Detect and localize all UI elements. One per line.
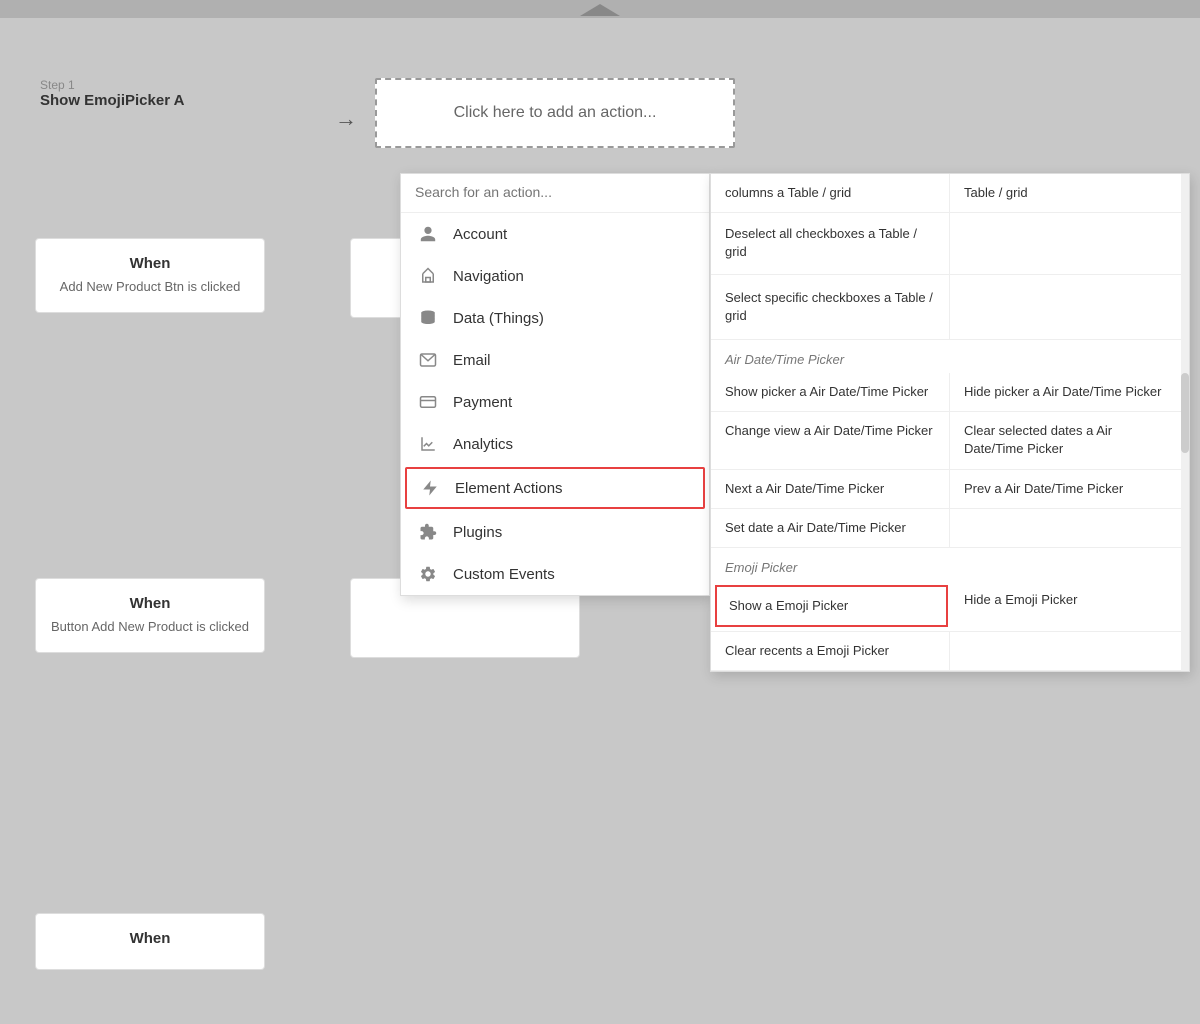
dropdown-panel: Account Navigation Data (Things) Email <box>400 173 710 596</box>
action-table-grid[interactable]: Table / grid <box>950 174 1189 212</box>
database-icon <box>417 307 439 329</box>
table-actions-section-3: Select specific checkboxes a Table / gri… <box>711 275 1189 340</box>
action-hide-picker[interactable]: Hide picker a Air Date/Time Picker <box>950 373 1189 411</box>
action-show-emoji[interactable]: Show a Emoji Picker <box>715 585 948 627</box>
action-columns-table[interactable]: columns a Table / grid <box>711 174 950 212</box>
menu-item-account[interactable]: Account <box>401 213 709 255</box>
plugins-icon <box>417 521 439 543</box>
menu-item-navigation[interactable]: Navigation <box>401 255 709 297</box>
action-change-view[interactable]: Change view a Air Date/Time Picker <box>711 412 950 468</box>
menu-item-payment-label: Payment <box>453 394 512 411</box>
canvas: Step 1 Show EmojiPicker A → Click here t… <box>0 18 1200 1024</box>
emoji-picker-header: Emoji Picker <box>711 548 1189 581</box>
top-bar <box>0 0 1200 18</box>
email-icon <box>417 349 439 371</box>
air-datetime-section-2: Change view a Air Date/Time Picker Clear… <box>711 412 1189 469</box>
actions-content: columns a Table / grid Table / grid Dese… <box>711 174 1189 671</box>
menu-item-data-label: Data (Things) <box>453 310 544 327</box>
menu-item-element-actions[interactable]: Element Actions <box>405 467 705 509</box>
action-prev-picker-label: Prev a Air Date/Time Picker <box>964 481 1123 496</box>
table-actions-section-1: columns a Table / grid Table / grid <box>711 174 1189 213</box>
person-icon <box>417 223 439 245</box>
payment-icon <box>417 391 439 413</box>
scrollbar-track[interactable] <box>1181 174 1189 671</box>
search-input[interactable] <box>415 184 695 200</box>
action-deselect-label: Deselect all checkboxes a Table / grid <box>725 226 917 259</box>
action-hide-picker-label: Hide picker a Air Date/Time Picker <box>964 384 1161 399</box>
step-name: Show EmojiPicker A <box>40 92 185 109</box>
menu-item-email[interactable]: Email <box>401 339 709 381</box>
menu-item-plugins-label: Plugins <box>453 524 502 541</box>
menu-item-navigation-label: Navigation <box>453 268 524 285</box>
action-next-picker-label: Next a Air Date/Time Picker <box>725 481 884 496</box>
action-empty-right-3 <box>950 509 1189 547</box>
action-set-date[interactable]: Set date a Air Date/Time Picker <box>711 509 950 547</box>
top-bar-handle <box>580 4 620 16</box>
emoji-section-1: Show a Emoji Picker Hide a Emoji Picker <box>711 581 1189 632</box>
action-empty-right <box>950 213 1189 273</box>
action-table-grid-label: Table / grid <box>964 185 1028 200</box>
air-datetime-header: Air Date/Time Picker <box>711 340 1189 373</box>
menu-item-custom-events[interactable]: Custom Events <box>401 553 709 595</box>
step-number: Step 1 <box>40 78 185 92</box>
menu-item-email-label: Email <box>453 352 491 369</box>
when-desc-2: Button Add New Product is clicked <box>50 618 250 636</box>
emoji-section-2: Clear recents a Emoji Picker <box>711 632 1189 671</box>
menu-item-element-label: Element Actions <box>455 480 563 497</box>
menu-item-plugins[interactable]: Plugins <box>401 511 709 553</box>
action-clear-recents[interactable]: Clear recents a Emoji Picker <box>711 632 950 670</box>
menu-item-payment[interactable]: Payment <box>401 381 709 423</box>
air-datetime-section-4: Set date a Air Date/Time Picker <box>711 509 1189 548</box>
air-datetime-section-1: Show picker a Air Date/Time Picker Hide … <box>711 373 1189 412</box>
action-empty-right-4 <box>950 632 1189 670</box>
action-select-specific[interactable]: Select specific checkboxes a Table / gri… <box>711 275 950 339</box>
action-hide-emoji-label: Hide a Emoji Picker <box>964 592 1077 607</box>
menu-item-analytics[interactable]: Analytics <box>401 423 709 465</box>
navigation-icon <box>417 265 439 287</box>
action-show-picker-label: Show picker a Air Date/Time Picker <box>725 384 928 399</box>
when-title-2: When <box>50 595 250 612</box>
arrow-icon: → <box>335 106 357 132</box>
action-change-view-label: Change view a Air Date/Time Picker <box>725 423 933 438</box>
search-box[interactable] <box>401 174 709 213</box>
action-show-picker[interactable]: Show picker a Air Date/Time Picker <box>711 373 950 411</box>
when-box-3: When <box>35 913 265 970</box>
air-datetime-section-3: Next a Air Date/Time Picker Prev a Air D… <box>711 470 1189 509</box>
action-clear-dates-label: Clear selected dates a Air Date/Time Pic… <box>964 423 1112 456</box>
when-box-1: When Add New Product Btn is clicked <box>35 238 265 313</box>
menu-list: Account Navigation Data (Things) Email <box>401 213 709 595</box>
action-clear-recents-label: Clear recents a Emoji Picker <box>725 643 889 658</box>
action-clear-dates[interactable]: Clear selected dates a Air Date/Time Pic… <box>950 412 1189 468</box>
menu-item-analytics-label: Analytics <box>453 436 513 453</box>
when-title-3: When <box>50 930 250 947</box>
table-actions-section-2: Deselect all checkboxes a Table / grid <box>711 213 1189 274</box>
element-icon <box>419 477 441 499</box>
add-action-label: Click here to add an action... <box>454 104 657 122</box>
when-title-1: When <box>50 255 250 272</box>
action-deselect-checkboxes[interactable]: Deselect all checkboxes a Table / grid <box>711 213 950 273</box>
when-box-2: When Button Add New Product is clicked <box>35 578 265 653</box>
step-label: Step 1 Show EmojiPicker A <box>40 78 185 109</box>
action-select-specific-label: Select specific checkboxes a Table / gri… <box>725 290 933 323</box>
action-next-picker[interactable]: Next a Air Date/Time Picker <box>711 470 950 508</box>
scrollbar-thumb[interactable] <box>1181 373 1189 453</box>
actions-panel: columns a Table / grid Table / grid Dese… <box>710 173 1190 672</box>
action-empty-right-2 <box>950 275 1189 339</box>
action-show-emoji-label: Show a Emoji Picker <box>729 598 848 613</box>
action-prev-picker[interactable]: Prev a Air Date/Time Picker <box>950 470 1189 508</box>
when-desc-1: Add New Product Btn is clicked <box>50 278 250 296</box>
analytics-icon <box>417 433 439 455</box>
settings-icon <box>417 563 439 585</box>
menu-item-account-label: Account <box>453 226 507 243</box>
menu-item-data[interactable]: Data (Things) <box>401 297 709 339</box>
action-set-date-label: Set date a Air Date/Time Picker <box>725 520 906 535</box>
action-hide-emoji[interactable]: Hide a Emoji Picker <box>950 581 1189 631</box>
menu-item-custom-events-label: Custom Events <box>453 566 555 583</box>
action-columns-table-label: columns a Table / grid <box>725 185 851 200</box>
add-action-box[interactable]: Click here to add an action... <box>375 78 735 148</box>
